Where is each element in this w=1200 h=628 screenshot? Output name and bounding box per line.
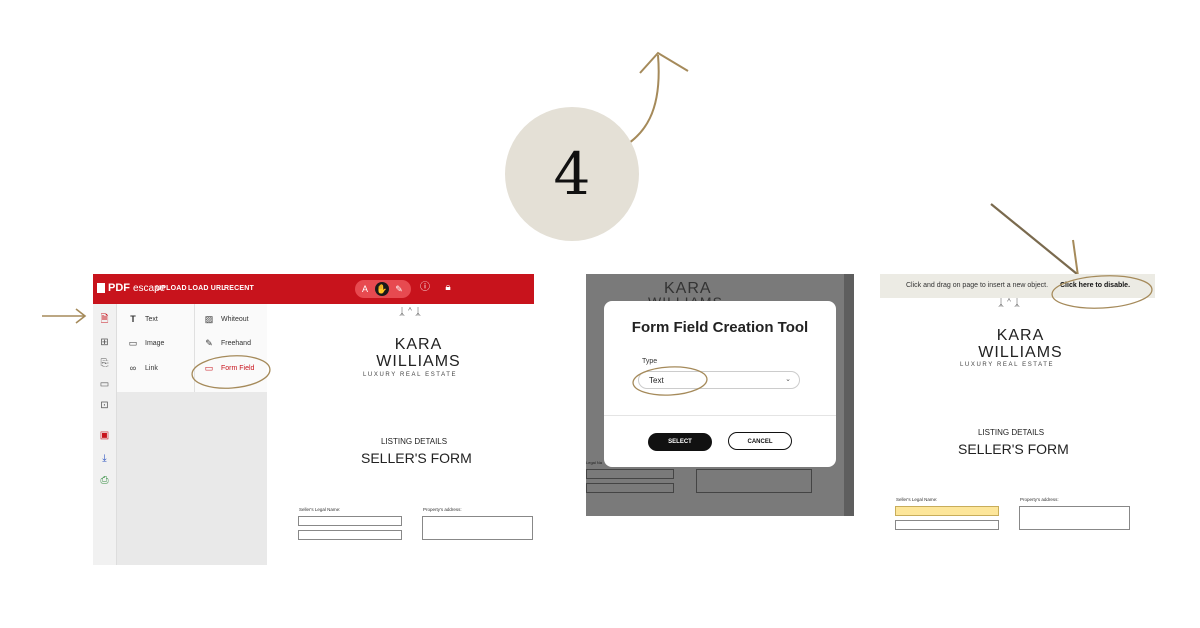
page-add-icon[interactable]: ⊞ <box>98 336 111 349</box>
text-icon: T <box>130 314 136 324</box>
link-tool[interactable]: ∞ Link <box>128 363 158 373</box>
hint-text: Click and drag on page to insert a new o… <box>906 282 1049 289</box>
text-tool[interactable]: T Text <box>128 314 158 324</box>
document-form-title: SELLER'S FORM <box>958 441 1069 457</box>
highlight-circle-type <box>632 366 708 396</box>
text-mode-button[interactable]: A <box>358 282 372 296</box>
top-toolbar: PDF escape UPLOAD LOAD URL RECENT A ✋ ✎ ⓘ… <box>93 274 534 304</box>
insert-object-screenshot: Click and drag on page to insert a new o… <box>880 274 1155 536</box>
document-listing-details: LISTING DETAILS <box>381 437 448 446</box>
document-logo-mark: ᛣ⌃ᛣ <box>998 298 1022 309</box>
download-icon[interactable]: ⤓ <box>98 452 111 465</box>
new-text-field[interactable] <box>895 506 999 516</box>
background-field <box>586 469 674 479</box>
info-icon[interactable]: ⓘ <box>419 282 431 294</box>
chevron-down-icon: ⌄ <box>785 376 791 383</box>
pencil-mode-icon[interactable]: ✎ <box>392 282 406 296</box>
thumbnail-area <box>117 392 267 565</box>
property-address-label: Property's address: <box>423 507 462 512</box>
property-address-label: Property's address: <box>1020 497 1059 502</box>
document-form-title: SELLER'S FORM <box>361 450 472 466</box>
seller-name-field-2[interactable] <box>895 520 999 530</box>
nav-recent[interactable]: RECENT <box>224 285 254 292</box>
property-address-field[interactable] <box>1019 506 1130 530</box>
whiteout-icon: ▨ <box>204 314 214 324</box>
link-icon: ∞ <box>129 363 137 373</box>
whiteout-tool[interactable]: ▨ Whiteout <box>204 314 249 325</box>
document-logo-mark: ᛣ⌃ᛣ <box>399 307 423 318</box>
highlight-circle <box>191 355 271 389</box>
save-icon[interactable]: ▣ <box>98 429 111 442</box>
document-name: KARA WILLIAMS <box>376 336 461 370</box>
diagonal-arrow-icon <box>990 203 1080 279</box>
lock-icon[interactable]: 🔒︎ <box>442 282 454 294</box>
dialog-title: Form Field Creation Tool <box>631 319 809 336</box>
seller-name-label: Seller's Legal Name: <box>896 497 938 502</box>
step-number: 4 <box>553 140 591 208</box>
form-field-dialog-screenshot: KARA WILLIAMS Legal Na Form Field Creati… <box>586 274 854 516</box>
select-button[interactable]: SELECT <box>648 433 712 451</box>
step-number-circle: 4 <box>505 107 639 241</box>
logo-mark-icon <box>97 283 105 293</box>
left-arrow-icon <box>42 308 87 324</box>
page-insert-icon[interactable]: ⎘ <box>98 357 111 370</box>
image-tool[interactable]: ▭ Image <box>128 338 165 349</box>
hand-mode-icon[interactable]: ✋ <box>375 282 389 296</box>
document-name: KARA WILLIAMS <box>978 327 1063 361</box>
freehand-tool[interactable]: ✎ Freehand <box>204 338 251 349</box>
document-icon[interactable]: 🗎 <box>98 313 111 326</box>
document-listing-details: LISTING DETAILS <box>978 428 1045 437</box>
mode-switcher: A ✋ ✎ <box>355 280 411 298</box>
form-field-creation-dialog: Form Field Creation Tool Type Text ⌄ SEL… <box>604 301 836 467</box>
panel-icon[interactable]: ▭ <box>98 378 111 391</box>
background-seller-label: Legal Na <box>586 460 603 465</box>
highlight-circle-disable <box>1051 275 1153 309</box>
print-icon[interactable]: ⎙ <box>98 474 111 487</box>
property-address-field[interactable] <box>422 516 533 540</box>
cancel-button[interactable]: CANCEL <box>728 432 792 450</box>
nav-upload[interactable]: UPLOAD <box>156 285 187 292</box>
seller-name-field[interactable] <box>298 516 402 526</box>
background-field-3 <box>696 469 812 493</box>
left-sidebar: 🗎 ⊞ ⎘ ▭ ⊡ ▣ ⤓ ⎙ <box>93 304 117 565</box>
image-icon: ▭ <box>128 338 138 348</box>
pdfescape-logo[interactable]: PDF escape <box>97 282 165 294</box>
background-field-2 <box>586 483 674 493</box>
seller-name-field-2[interactable] <box>298 530 402 540</box>
nav-load-url[interactable]: LOAD URL <box>188 285 226 292</box>
document-tagline: LUXURY REAL ESTATE <box>960 362 1055 368</box>
bookmark-icon[interactable]: ⊡ <box>98 399 111 412</box>
pdfescape-editor-screenshot: PDF escape UPLOAD LOAD URL RECENT A ✋ ✎ ⓘ… <box>93 274 534 565</box>
document-tagline: LUXURY REAL ESTATE <box>363 372 458 378</box>
seller-name-label: Seller's Legal Name: <box>299 507 341 512</box>
freehand-icon: ✎ <box>205 338 213 348</box>
